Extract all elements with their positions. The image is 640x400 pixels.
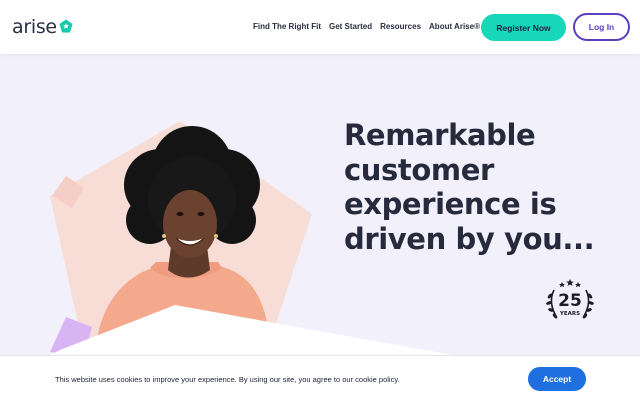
main-nav: Find The Right Fit Get Started Resources… xyxy=(253,22,480,31)
badge-number: 25 xyxy=(558,291,582,311)
site-header: arise Find The Right Fit Get Started Res… xyxy=(0,0,640,54)
nav-get-started[interactable]: Get Started xyxy=(329,22,372,31)
nav-about-arise[interactable]: About Arise® xyxy=(429,22,480,31)
logo-wordmark: arise xyxy=(12,16,57,38)
25-years-badge-icon: 25 YEARS xyxy=(546,279,594,319)
log-in-button[interactable]: Log In xyxy=(573,13,630,41)
arise-logo[interactable]: arise xyxy=(12,16,73,38)
register-now-button[interactable]: Register Now xyxy=(481,14,566,41)
nav-resources[interactable]: Resources xyxy=(380,22,421,31)
headline-line-3: experience is xyxy=(344,187,557,221)
headline-line-2: customer xyxy=(344,152,494,187)
hero-headline: Remarkable customer experience is driven… xyxy=(344,118,604,256)
cookie-consent-bar: This website uses cookies to improve you… xyxy=(0,355,640,400)
logo-pentagon-icon xyxy=(59,19,73,33)
nav-find-right-fit[interactable]: Find The Right Fit xyxy=(253,22,321,31)
headline-line-4: driven by you... xyxy=(344,221,595,256)
headline-line-1: Remarkable xyxy=(344,118,536,152)
cookie-message: This website uses cookies to improve you… xyxy=(55,375,400,384)
badge-years-label: YEARS xyxy=(559,311,580,317)
accept-cookies-button[interactable]: Accept xyxy=(528,367,586,391)
